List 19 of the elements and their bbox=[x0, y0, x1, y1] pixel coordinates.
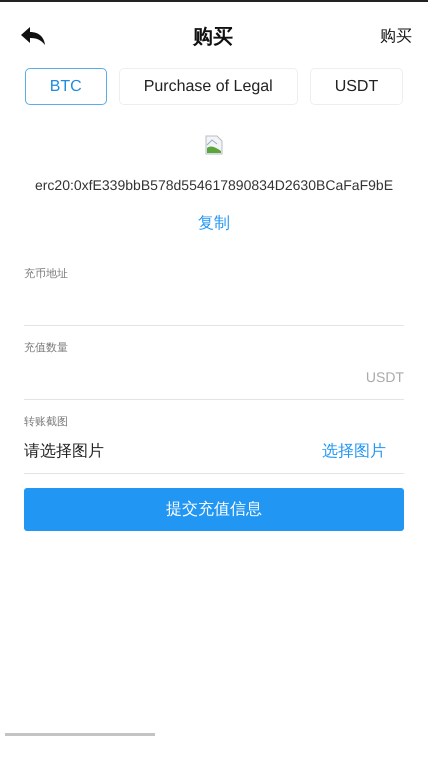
page-title: 购买 bbox=[193, 24, 233, 50]
amount-field[interactable]: USDT bbox=[24, 355, 404, 400]
back-icon[interactable] bbox=[20, 26, 46, 46]
submit-button[interactable]: 提交充值信息 bbox=[24, 488, 404, 531]
copy-link[interactable]: 复制 bbox=[198, 213, 230, 234]
image-placeholder: 请选择图片 bbox=[24, 442, 105, 462]
field-label: 转账截图 bbox=[24, 415, 69, 429]
currency-tab[interactable]: Purchase of Legal bbox=[118, 68, 298, 105]
wallet-address: erc20:0xfE339bbB578d554617890834D2630BCaFaF9bE bbox=[34, 177, 394, 193]
scrollbar[interactable] bbox=[5, 733, 155, 736]
field-label: 充币地址 bbox=[24, 267, 69, 281]
image-field[interactable]: 请选择图片 选择图片 bbox=[24, 429, 404, 474]
unit-label: USDT bbox=[366, 369, 404, 385]
currency-tab[interactable]: USDT bbox=[310, 68, 404, 105]
field-label: 充值数量 bbox=[24, 341, 69, 355]
currency-tab[interactable]: BTC bbox=[24, 68, 107, 105]
broken-image-icon bbox=[204, 135, 224, 155]
choose-image-link[interactable]: 选择图片 bbox=[322, 440, 404, 462]
buy-link[interactable]: 购买 bbox=[380, 26, 412, 46]
